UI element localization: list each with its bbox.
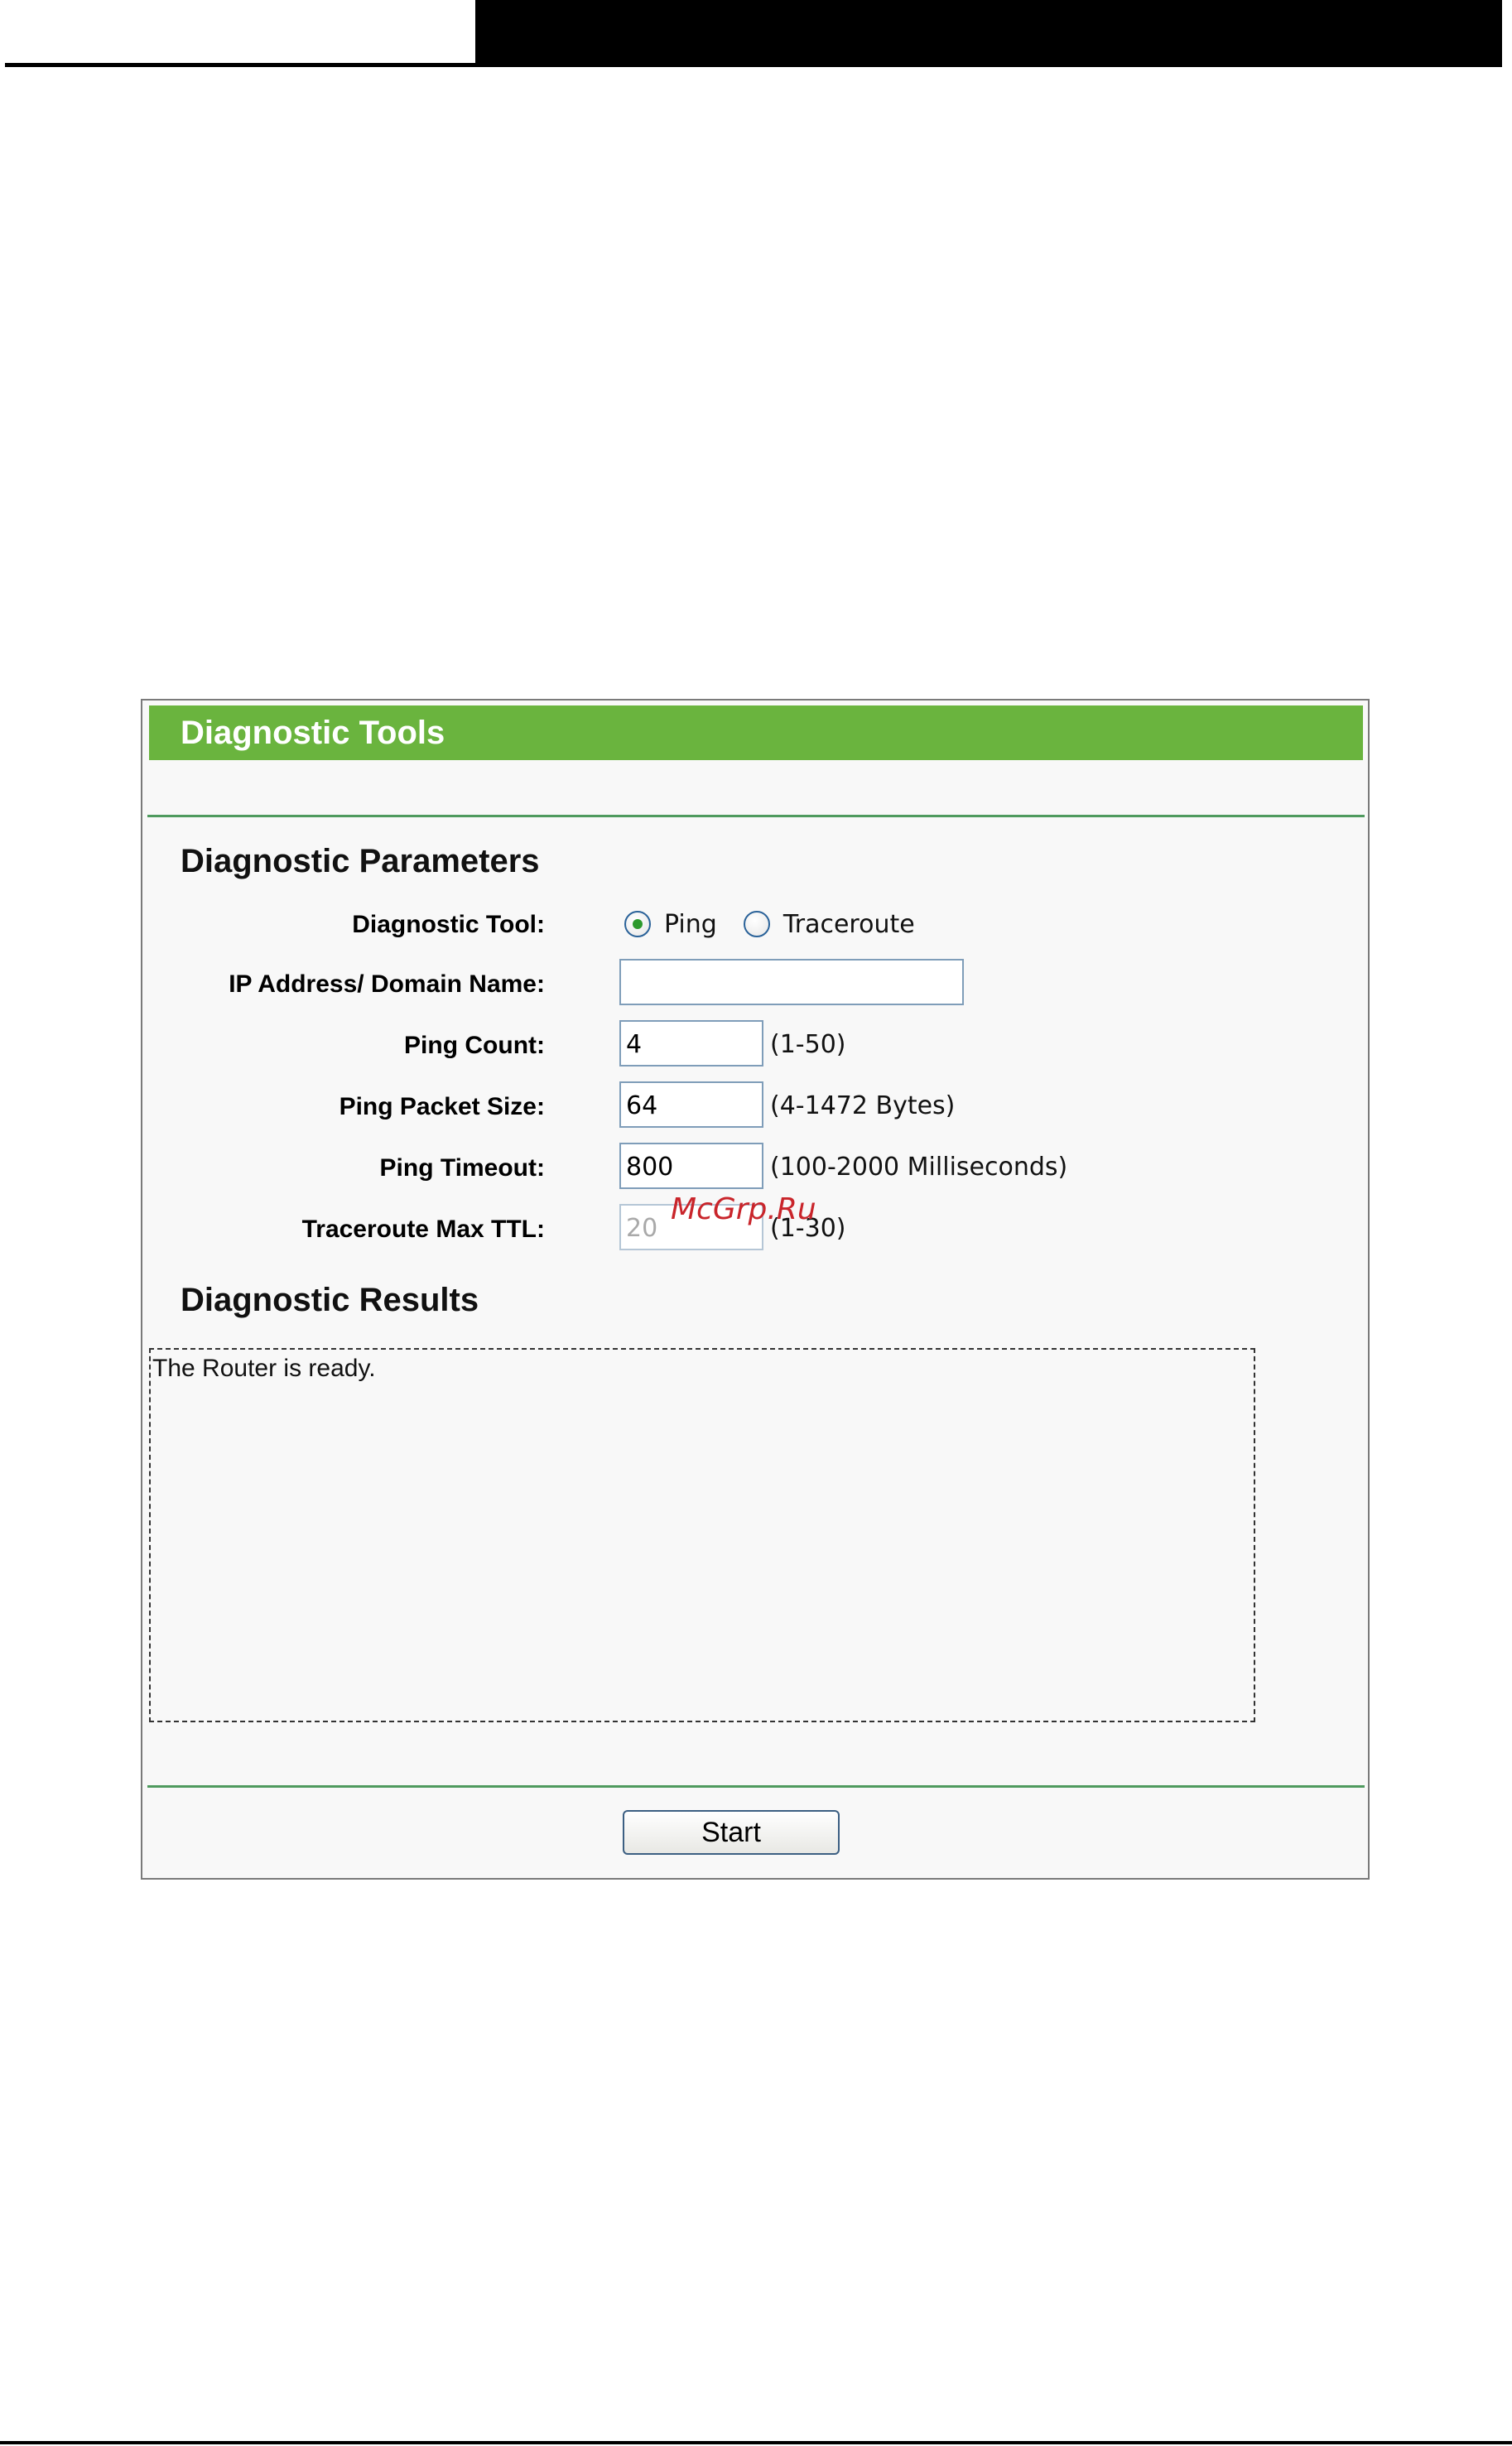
panel-title: Diagnostic Tools bbox=[181, 715, 445, 751]
page-header-bar bbox=[475, 0, 1502, 63]
traceroute-radio-label[interactable]: Traceroute bbox=[783, 910, 915, 939]
diagnostic-tool-label: Diagnostic Tool: bbox=[352, 911, 545, 938]
ip-address-label: IP Address/ Domain Name: bbox=[229, 970, 545, 998]
diagnostic-tools-panel: Diagnostic Tools Diagnostic Parameters D… bbox=[141, 699, 1370, 1880]
ip-address-input[interactable] bbox=[619, 959, 964, 1005]
diagnostic-results-box: The Router is ready. bbox=[149, 1348, 1255, 1722]
ping-packet-size-input[interactable]: 64 bbox=[619, 1081, 763, 1128]
ping-packet-size-hint: (4-1472 Bytes) bbox=[770, 1091, 956, 1120]
ping-timeout-label: Ping Timeout: bbox=[379, 1154, 545, 1182]
start-button[interactable]: Start bbox=[623, 1810, 840, 1855]
diagnostic-results-heading: Diagnostic Results bbox=[181, 1282, 479, 1318]
ping-radio-label[interactable]: Ping bbox=[664, 910, 717, 939]
ping-count-input[interactable]: 4 bbox=[619, 1020, 763, 1067]
traceroute-max-ttl-label: Traceroute Max TTL: bbox=[301, 1216, 545, 1243]
page-footer-rule bbox=[0, 2441, 1512, 2444]
panel-title-bar: Diagnostic Tools bbox=[149, 705, 1363, 760]
ping-count-label: Ping Count: bbox=[404, 1032, 545, 1059]
watermark-text: McGrp.Ru bbox=[671, 1192, 816, 1226]
diagnostic-parameters-heading: Diagnostic Parameters bbox=[181, 843, 540, 879]
bottom-divider bbox=[147, 1785, 1365, 1788]
top-divider bbox=[147, 815, 1365, 817]
ping-count-hint: (1-50) bbox=[770, 1030, 846, 1059]
ping-radio[interactable] bbox=[624, 911, 651, 937]
ping-timeout-input[interactable]: 800 bbox=[619, 1143, 763, 1189]
diagnostic-tool-radio-group: Ping Traceroute bbox=[624, 908, 915, 941]
ping-timeout-hint: (100-2000 Milliseconds) bbox=[770, 1153, 1068, 1182]
radio-selected-dot bbox=[633, 919, 643, 929]
traceroute-radio[interactable] bbox=[743, 911, 770, 937]
page-header-rule bbox=[5, 63, 1502, 67]
diagnostic-results-text: The Router is ready. bbox=[152, 1355, 376, 1382]
ping-packet-size-label: Ping Packet Size: bbox=[339, 1093, 545, 1120]
